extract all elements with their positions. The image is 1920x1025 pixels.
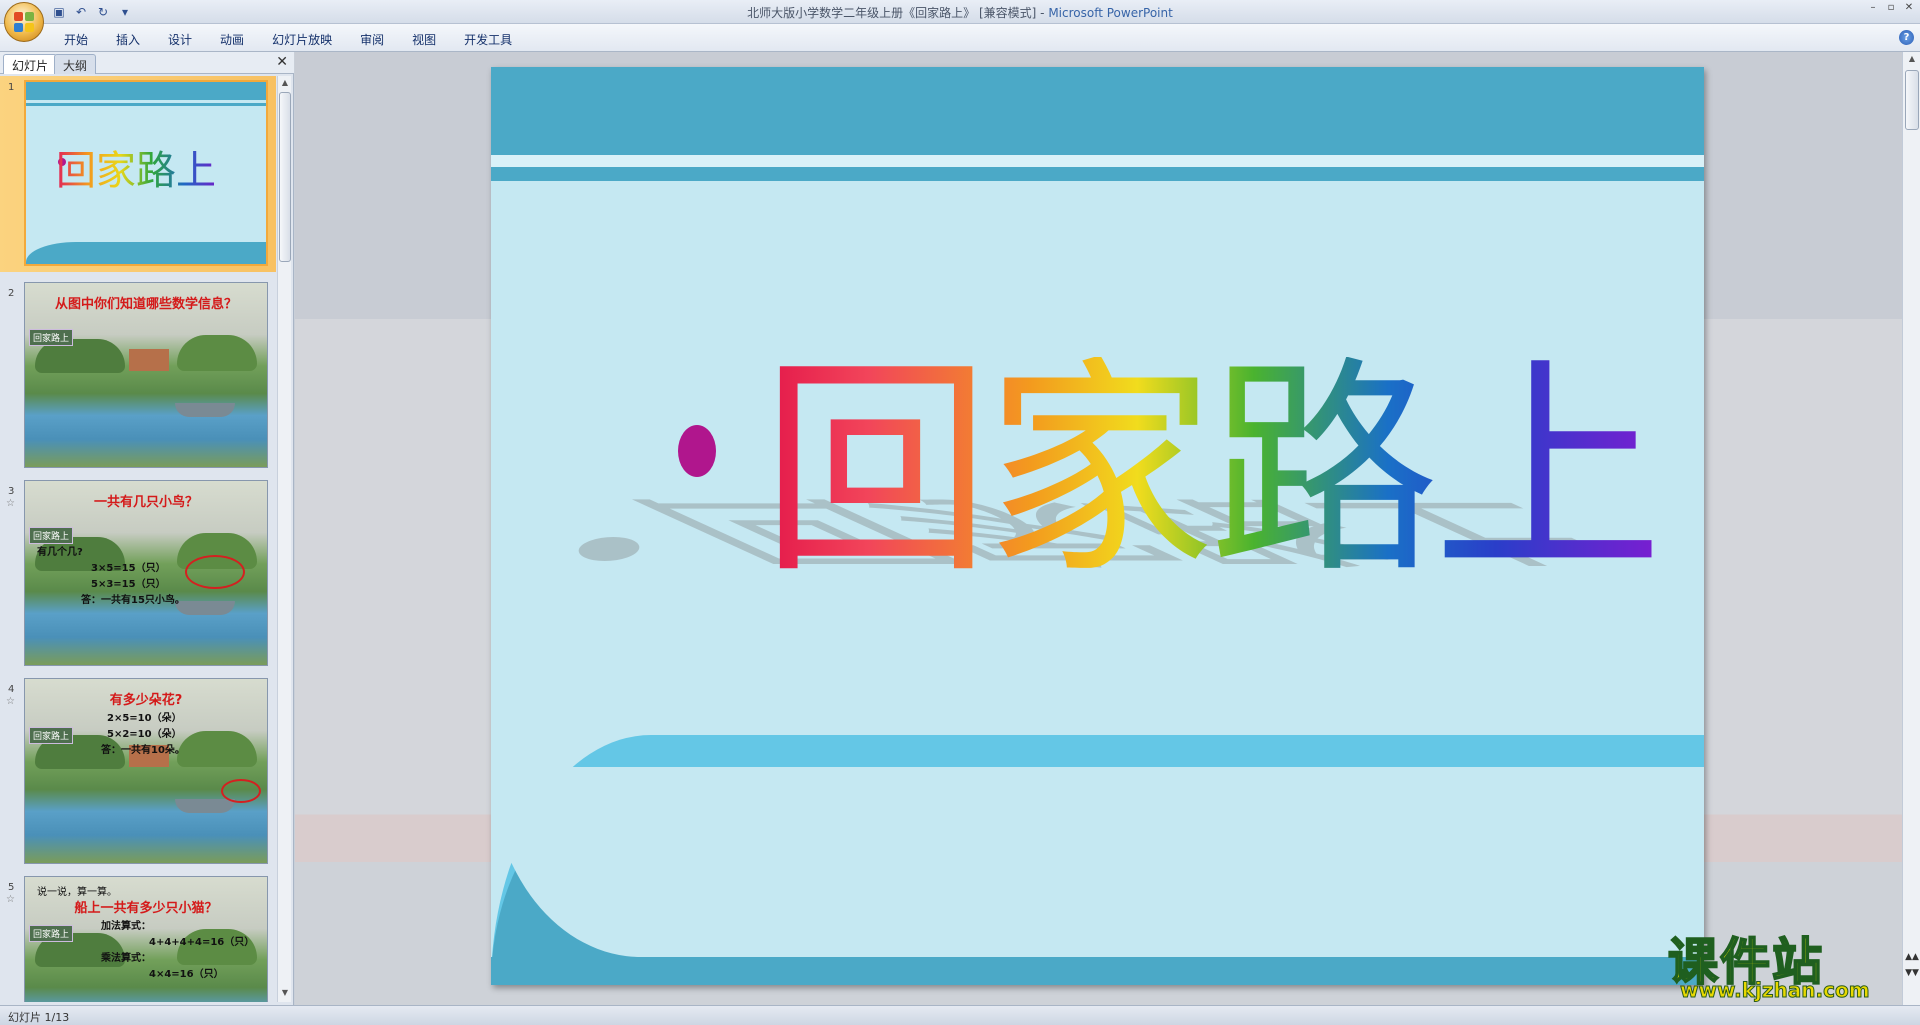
thumbnail-row[interactable]: 2 从图中你们知道哪些数学信息？ 回家路上 (0, 282, 276, 472)
thumbnail-line: 5×3=15（只） (91, 579, 166, 590)
thumbnail-row[interactable]: 5 ☆ 说一说，算一算。 船上一共有多少只小猫？ 回家路上 加法算式： 4+4+… (0, 876, 276, 1002)
status-bar: 幻灯片 1/13 (0, 1005, 1920, 1025)
thumbnail-tag: 回家路上 (29, 727, 74, 744)
thumbnail-line: 答：一共有15只小鸟。 (81, 595, 185, 606)
thumbnail-title: 回家路上 (56, 138, 216, 196)
scroll-thumb[interactable] (1905, 70, 1919, 130)
scroll-down-icon[interactable]: ▼ (279, 988, 291, 1000)
help-icon[interactable]: ? (1899, 30, 1914, 45)
thumbnail-row[interactable]: 1 回家路上 (0, 76, 276, 272)
slide-thumbnail[interactable]: 回家路上 (24, 80, 268, 266)
tab-animations[interactable]: 动画 (206, 29, 258, 50)
thumbnail-tag: 回家路上 (29, 329, 74, 346)
scroll-thumb[interactable] (279, 92, 291, 262)
thumbnail-line: 3×5=15（只） (91, 563, 166, 574)
slide-number: 5 (8, 882, 15, 893)
bullet-shadow (574, 537, 644, 561)
ribbon: 开始 插入 设计 动画 幻灯片放映 审阅 视图 开发工具 ? (0, 24, 1920, 52)
tab-review[interactable]: 审阅 (346, 29, 398, 50)
tab-home[interactable]: 开始 (50, 29, 102, 50)
thumbnail-row[interactable]: 4 ☆ 有多少朵花? 回家路上 2×5=10（朵） 5×2=10（朵） 答：一共… (0, 678, 276, 868)
slides-pane: 幻灯片 大纲 ✕ 1 回家路上 2 从图中你们知道哪些数学信息？ 回家路上 3 (0, 52, 294, 1005)
office-button[interactable] (4, 2, 44, 42)
minimize-button[interactable]: – (1866, 2, 1880, 14)
tab-insert[interactable]: 插入 (102, 29, 154, 50)
thumbnail-line: 乘法算式： (101, 953, 151, 964)
thumbnail-heading: 有多少朵花? (109, 693, 183, 708)
thumbnail-line: 4×4=16（只） (149, 969, 224, 980)
slide-number: 1 (8, 82, 15, 93)
office-logo-icon (14, 12, 34, 32)
pane-close-icon[interactable]: ✕ (276, 54, 288, 70)
tab-outline[interactable]: 大纲 (54, 54, 97, 74)
thumbnail-line: 有几个几? (37, 547, 83, 558)
tab-slides[interactable]: 幻灯片 (3, 54, 58, 74)
highlight-ellipse (221, 779, 261, 803)
thumbnail-row[interactable]: 3 ☆ 一共有几只小鸟？ 回家路上 有几个几? 3×5=15（只） 5×3=15… (0, 480, 276, 670)
thumbnail-line: 5×2=10（朵） (107, 729, 182, 740)
animation-star-icon: ☆ (6, 894, 15, 905)
slide-thumbnail[interactable]: 说一说，算一算。 船上一共有多少只小猫？ 回家路上 加法算式： 4+4+4+4=… (24, 876, 268, 1002)
slide-number: 4 (8, 684, 15, 695)
thumbnail-line: 答：一共有10朵。 (101, 745, 185, 756)
slide-thumbnail[interactable]: 一共有几只小鸟？ 回家路上 有几个几? 3×5=15（只） 5×3=15（只） … (24, 480, 268, 666)
scroll-up-icon[interactable]: ▲ (279, 78, 291, 90)
close-button[interactable]: ✕ (1902, 2, 1916, 14)
thumbnail-tag: 回家路上 (29, 527, 74, 544)
bullet-icon (678, 425, 716, 477)
document-title: 北师大版小学数学二年级上册《回家路上》 [兼容模式] - (747, 6, 1049, 20)
watermark-url: www.kjzhan.com (1680, 978, 1871, 1003)
thumbnail-line: 加法算式： (101, 921, 151, 932)
current-slide[interactable]: 回家路上 回家路上 (491, 67, 1704, 985)
animation-star-icon: ☆ (6, 498, 15, 509)
slide-thumbnail[interactable]: 从图中你们知道哪些数学信息？ 回家路上 (24, 282, 268, 468)
tab-slide-show[interactable]: 幻灯片放映 (258, 29, 346, 50)
slide-scrollbar[interactable]: ▲ ▲▲ ▼▼ (1902, 52, 1920, 1005)
app-name: Microsoft PowerPoint (1048, 6, 1173, 20)
slide-canvas: 回家路上 回家路上 (295, 52, 1902, 1005)
tab-view[interactable]: 视图 (398, 29, 450, 50)
thumbnail-list: 1 回家路上 2 从图中你们知道哪些数学信息？ 回家路上 3 ☆ 一共有几只小鸟… (0, 76, 276, 1002)
thumbnail-intro: 说一说，算一算。 (37, 887, 117, 898)
highlight-ellipse (185, 555, 245, 589)
tab-developer[interactable]: 开发工具 (450, 29, 526, 50)
watermark-logo: 课件站 www.kjzhan.com (1667, 922, 1908, 1003)
slide-counter: 幻灯片 1/13 (8, 1011, 70, 1024)
thumbnail-scrollbar[interactable]: ▲ ▼ (277, 76, 291, 1002)
slide-number: 3 (8, 486, 15, 497)
thumbnail-heading: 一共有几只小鸟？ (93, 495, 198, 510)
slide-title[interactable]: 回家路上 (761, 357, 1663, 587)
restore-button[interactable]: ▫ (1884, 2, 1898, 14)
scroll-up-icon[interactable]: ▲ (1905, 54, 1919, 68)
tab-design[interactable]: 设计 (154, 29, 206, 50)
slide-thumbnail[interactable]: 有多少朵花? 回家路上 2×5=10（朵） 5×2=10（朵） 答：一共有10朵… (24, 678, 268, 864)
window-title: 北师大版小学数学二年级上册《回家路上》 [兼容模式] - Microsoft P… (0, 4, 1920, 21)
thumbnail-heading: 从图中你们知道哪些数学信息？ (54, 297, 237, 312)
thumbnail-heading: 船上一共有多少只小猫？ (74, 901, 218, 916)
thumbnail-tag: 回家路上 (29, 925, 74, 942)
animation-star-icon: ☆ (6, 696, 15, 707)
slide-number: 2 (8, 288, 15, 299)
thumbnail-line: 4+4+4+4=16（只） (149, 937, 255, 948)
title-bar: ▣ ↶ ↻ ▾ 北师大版小学数学二年级上册《回家路上》 [兼容模式] - Mic… (0, 0, 1920, 24)
thumbnail-line: 2×5=10（朵） (107, 713, 182, 724)
